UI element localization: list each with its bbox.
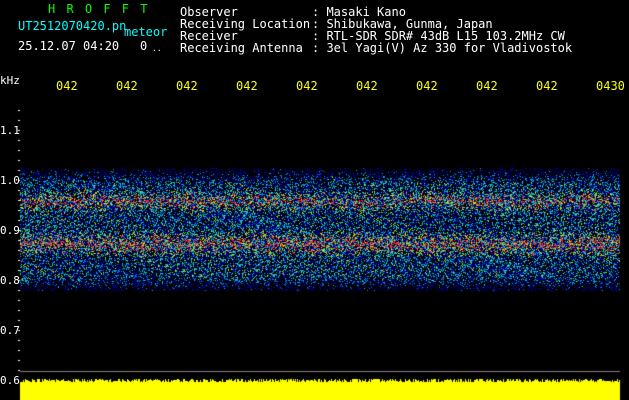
x-tick-label: 042 (56, 79, 78, 93)
file-tag: meteor (124, 25, 168, 39)
x-tick-label: 042 (356, 79, 378, 93)
date-time: 25.12.07 04:20 (18, 39, 120, 53)
y-tick-label: 0.8 (0, 274, 20, 287)
y-tick-label: 0.9 (0, 224, 20, 237)
counter-suffix: .. (152, 44, 162, 53)
y-axis-unit: kHz (0, 74, 20, 87)
x-tick-label: 042 (116, 79, 138, 93)
antenna-value: : 3el Yagi(V) Az 330 for Vladivostok (312, 41, 573, 55)
x-tick-label: 042 (536, 79, 558, 93)
y-tick-label: 1.1 (0, 124, 20, 137)
x-tick-label: 042 (236, 79, 258, 93)
x-tick-label: 042 (416, 79, 438, 93)
file-name: UT2512070420.pn (18, 19, 127, 33)
x-tick-label: 042 (476, 79, 498, 93)
app-title: H R O F F T (48, 2, 150, 16)
antenna-label: Receiving Antenna (180, 41, 303, 55)
x-tick-label: 042 (176, 79, 198, 93)
x-tick-label: 0430 (596, 79, 625, 93)
counter: 0 (140, 39, 148, 53)
x-tick-label: 042 (296, 79, 318, 93)
y-tick-label: 0.7 (0, 324, 20, 337)
y-tick-label: 0.6 (0, 374, 20, 387)
spectrogram-canvas (0, 0, 629, 400)
y-tick-label: 1.0 (0, 174, 20, 187)
